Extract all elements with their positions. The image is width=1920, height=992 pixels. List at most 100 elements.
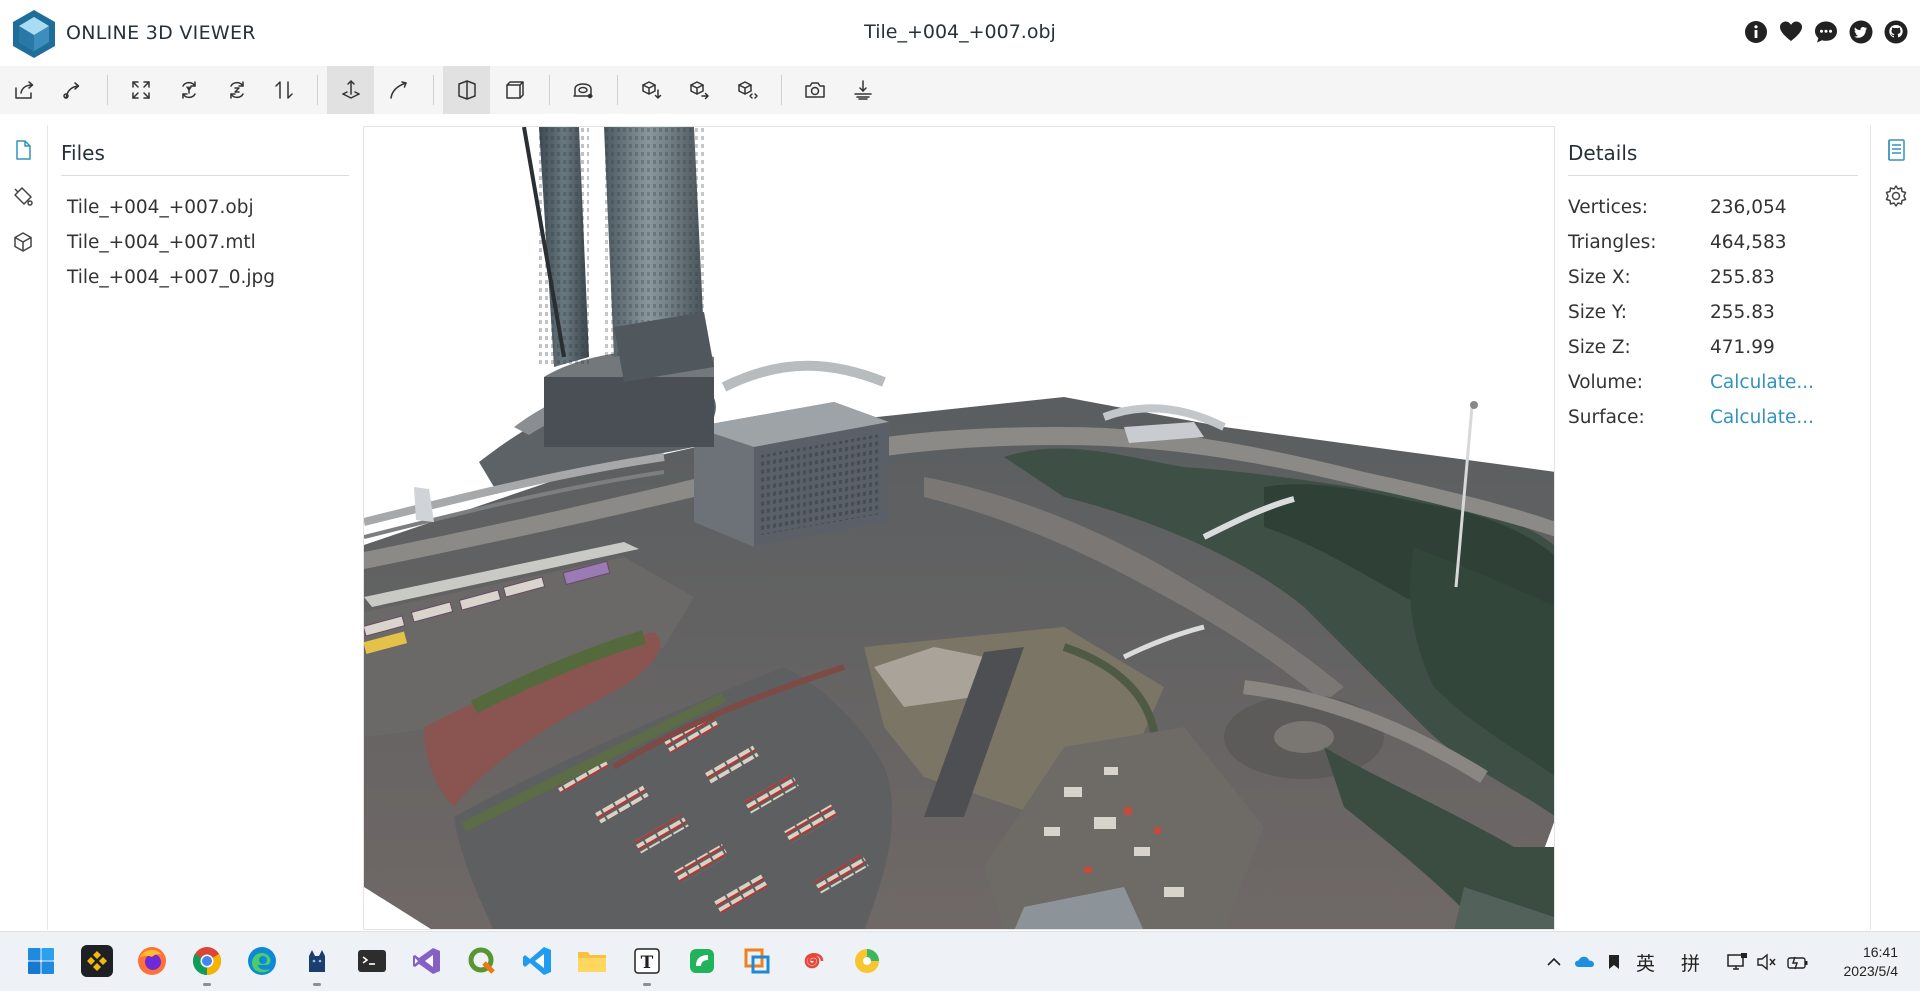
- materials-tab-button[interactable]: [10, 183, 36, 209]
- set-up-z-button[interactable]: [213, 66, 260, 114]
- detail-row-size-z: Size Z: 471.99: [1568, 337, 1858, 361]
- gear-icon: [1885, 185, 1907, 207]
- ime-language-indicator[interactable]: 英: [1636, 949, 1655, 976]
- chevron-up-icon[interactable]: [1544, 952, 1564, 972]
- chrome-app-button[interactable]: [188, 942, 226, 986]
- calculate-volume-link[interactable]: Calculate...: [1710, 372, 1814, 393]
- free-navigation-button[interactable]: [375, 66, 422, 114]
- details-tab-button[interactable]: [1883, 137, 1909, 163]
- vscode-app-button[interactable]: [518, 942, 556, 980]
- chat-icon[interactable]: [1814, 20, 1838, 44]
- file-list-item[interactable]: Tile_+004_+007_0.jpg: [67, 267, 275, 288]
- cat-app-button[interactable]: [298, 942, 336, 986]
- file-list-item[interactable]: Tile_+004_+007.obj: [67, 197, 254, 218]
- ime-mode-indicator[interactable]: 拼: [1681, 949, 1700, 976]
- bookmark-icon[interactable]: [1604, 952, 1624, 972]
- detail-value: 464,583: [1710, 232, 1787, 253]
- share-button[interactable]: [675, 66, 722, 114]
- spiral-icon: [804, 952, 824, 969]
- export-button[interactable]: [627, 66, 674, 114]
- perspective-camera-button[interactable]: [443, 66, 490, 114]
- detail-row-surface: Surface: Calculate...: [1568, 407, 1858, 431]
- green-app-button[interactable]: [683, 942, 721, 980]
- orthographic-camera-button[interactable]: [491, 66, 538, 114]
- fit-to-window-button[interactable]: [117, 66, 164, 114]
- qgis-app-button[interactable]: [463, 942, 501, 980]
- open-file-button[interactable]: [1, 66, 48, 114]
- 3d-viewport[interactable]: [363, 126, 1555, 930]
- edge-app-button[interactable]: [243, 942, 281, 980]
- windows-taskbar: T 英 拼 16:41 2023/5/4: [0, 931, 1920, 991]
- toolbar-separator: [107, 75, 108, 105]
- running-indicator: [643, 983, 651, 986]
- camera-icon: [804, 82, 825, 98]
- file-list-item[interactable]: Tile_+004_+007.mtl: [67, 232, 256, 253]
- system-clock[interactable]: 16:41 2023/5/4: [1844, 943, 1899, 981]
- orbit-navigation-button[interactable]: [327, 66, 374, 114]
- app-logo-icon[interactable]: [11, 9, 57, 59]
- onedrive-icon[interactable]: [1574, 952, 1596, 972]
- office-app-button[interactable]: [738, 942, 776, 980]
- firefox-app-button[interactable]: [133, 942, 171, 980]
- cat-icon: [309, 950, 325, 972]
- detail-value: 255.83: [1710, 267, 1775, 288]
- toolbar-separator: [781, 75, 782, 105]
- cube-icon: [14, 232, 32, 252]
- chrome-icon: [193, 947, 221, 975]
- file-explorer-app-button[interactable]: [573, 942, 611, 980]
- start-button[interactable]: [22, 942, 60, 980]
- vscode-icon: [523, 947, 551, 975]
- terminal-icon: [358, 950, 386, 972]
- heart-icon[interactable]: [1779, 20, 1803, 44]
- detail-row-triangles: Triangles: 464,583: [1568, 232, 1858, 256]
- files-tab-button[interactable]: [10, 137, 36, 163]
- details-panel-title: Details: [1568, 141, 1638, 165]
- embed-button[interactable]: [723, 66, 770, 114]
- settings-toolbar-button[interactable]: [839, 66, 886, 114]
- info-icon[interactable]: [1744, 20, 1768, 44]
- visual-studio-app-button[interactable]: [408, 942, 446, 980]
- ground-settings-icon: [853, 80, 872, 100]
- app-title[interactable]: ONLINE 3D VIEWER: [66, 22, 256, 44]
- volume-muted-icon[interactable]: [1756, 952, 1778, 972]
- flip-up-button[interactable]: [260, 66, 307, 114]
- edge-icon: [248, 947, 276, 975]
- open-url-button[interactable]: [49, 66, 96, 114]
- calculate-surface-link[interactable]: Calculate...: [1710, 407, 1814, 428]
- detail-row-volume: Volume: Calculate...: [1568, 372, 1858, 396]
- twitter-icon[interactable]: [1849, 20, 1873, 44]
- meshes-tab-button[interactable]: [10, 229, 36, 255]
- fit-to-window-icon: [131, 81, 150, 99]
- detail-value: 236,054: [1710, 197, 1787, 218]
- file-icon: [16, 140, 31, 160]
- detail-key: Vertices:: [1568, 197, 1649, 218]
- svg-text:T: T: [641, 953, 654, 973]
- network-icon[interactable]: [1726, 952, 1748, 972]
- spiral-app-button[interactable]: [793, 942, 831, 980]
- photos-icon: [855, 949, 879, 973]
- app-header: ONLINE 3D VIEWER Tile_+004_+007.obj: [0, 0, 1920, 66]
- detail-key: Size Y:: [1568, 302, 1627, 323]
- settings-tab-button[interactable]: [1883, 183, 1909, 209]
- firefox-icon: [138, 947, 166, 975]
- set-up-y-button[interactable]: [165, 66, 212, 114]
- materials-icon: [14, 187, 33, 206]
- binance-app-button[interactable]: [78, 942, 116, 980]
- detail-value: 471.99: [1710, 337, 1775, 358]
- snapshot-button[interactable]: [791, 66, 838, 114]
- photos-app-button[interactable]: [848, 942, 886, 980]
- qgis-icon: [468, 947, 495, 974]
- github-icon[interactable]: [1884, 20, 1908, 44]
- battery-icon[interactable]: [1786, 952, 1810, 972]
- detail-key: Size X:: [1568, 267, 1631, 288]
- terminal-app-button[interactable]: [353, 942, 391, 980]
- detail-value: 255.83: [1710, 302, 1775, 323]
- visual-studio-icon: [413, 948, 440, 974]
- left-sidebar-rail: [0, 125, 48, 930]
- flip-icon: [274, 81, 293, 99]
- measure-button[interactable]: [559, 66, 606, 114]
- export-model-icon: [641, 81, 661, 99]
- clock-time: 16:41: [1862, 944, 1898, 960]
- typora-app-button[interactable]: T: [628, 942, 666, 986]
- share-model-icon: [689, 81, 709, 100]
